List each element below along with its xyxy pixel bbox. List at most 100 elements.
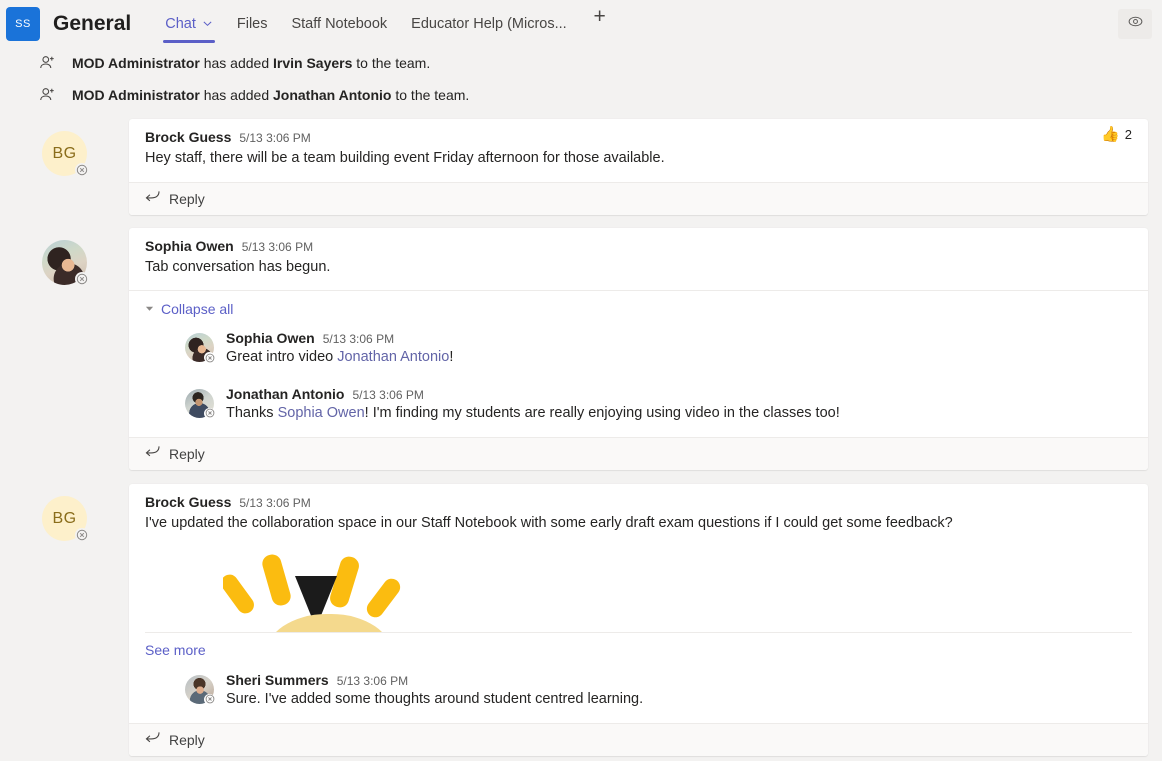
message-card[interactable]: Brock Guess 5/13 3:06 PM Hey staff, ther… — [129, 119, 1148, 215]
tab-chat[interactable]: Chat — [153, 0, 225, 47]
sticker-ray — [223, 571, 258, 617]
reply-arrow-icon — [145, 445, 160, 463]
system-suffix: to the team. — [352, 55, 431, 71]
tab-educator-help-label: Educator Help (Micros... — [411, 15, 567, 32]
reaction-count: 2 — [1124, 127, 1132, 142]
message-author: Sophia Owen — [226, 330, 315, 347]
avatar-gutter: BG — [0, 484, 129, 543]
system-message-text: MOD Administrator has added Irvin Sayers… — [72, 55, 430, 71]
reply-button[interactable]: Reply — [129, 437, 1148, 471]
system-middle: has added — [199, 55, 273, 71]
message-body: Brock Guess 5/13 3:06 PM Hey staff, ther… — [129, 119, 1148, 182]
avatar[interactable] — [185, 333, 215, 364]
system-suffix: to the team. — [391, 87, 470, 103]
message-author: Jonathan Antonio — [226, 385, 345, 402]
message-brock-2: BG Brock Guess 5/13 3:06 PM I've updated… — [0, 484, 1155, 757]
message-meta: Brock Guess 5/13 3:06 PM — [145, 494, 1132, 510]
thread-reply[interactable]: Jonathan Antonio 5/13 3:06 PM Thanks Sop… — [129, 374, 1148, 430]
reaction-thumbsup[interactable]: 👍 2 — [1101, 127, 1132, 142]
message-timestamp: 5/13 3:06 PM — [239, 131, 311, 145]
tab-files[interactable]: Files — [225, 0, 280, 47]
avatar[interactable]: BG — [42, 131, 89, 177]
text-before: Thanks — [226, 404, 278, 421]
text-before: Great intro video — [226, 349, 338, 366]
collapse-all-button[interactable]: Collapse all — [129, 291, 1148, 324]
message-text: Tab conversation has begun. — [145, 258, 331, 275]
message-body: Sophia Owen 5/13 3:06 PM Tab conversatio… — [129, 228, 1148, 291]
message-brock-1: BG Brock Guess 5/13 3:06 PM Hey staff, t… — [0, 119, 1155, 215]
system-message: MOD Administrator has added Irvin Sayers… — [0, 47, 1155, 79]
tab-educator-help[interactable]: Educator Help (Micros... — [399, 0, 579, 47]
chevron-down-icon[interactable] — [202, 18, 213, 29]
message-timestamp: 5/13 3:06 PM — [336, 673, 409, 688]
mention-link[interactable]: Sophia Owen — [278, 405, 365, 421]
message-card[interactable]: Sophia Owen 5/13 3:06 PM Tab conversatio… — [129, 227, 1148, 471]
avatar[interactable]: BG — [42, 496, 89, 543]
message-text: Thanks Sophia Owen! I'm finding my stude… — [226, 404, 840, 424]
message-timestamp: 5/13 3:06 PM — [239, 496, 311, 511]
message-timestamp: 5/13 3:06 PM — [241, 239, 314, 254]
presence-badge-offline — [75, 271, 89, 286]
text-after: ! I'm finding my students are really enj… — [364, 404, 840, 421]
reply-button[interactable]: Reply — [129, 181, 1148, 215]
tab-active-indicator — [163, 40, 215, 43]
system-target: Jonathan Antonio — [273, 87, 392, 103]
message-author: Sheri Summers — [226, 671, 329, 688]
message-timestamp: 5/13 3:06 PM — [322, 332, 395, 347]
message-meta: Jonathan Antonio 5/13 3:06 PM — [226, 386, 840, 402]
message-author: Sophia Owen — [145, 237, 234, 254]
team-avatar-initials: SS — [15, 17, 31, 30]
reply-arrow-icon — [145, 190, 160, 208]
reply-label: Reply — [169, 732, 205, 749]
conversation-list[interactable]: MOD Administrator has added Irvin Sayers… — [0, 47, 1162, 761]
reply-arrow-icon — [145, 731, 160, 749]
see-more-button[interactable]: See more — [145, 633, 206, 662]
avatar[interactable] — [42, 239, 89, 286]
presence-badge-offline — [204, 352, 215, 364]
tab-staff-notebook[interactable]: Staff Notebook — [279, 0, 399, 47]
avatar-gutter: BG — [0, 119, 129, 177]
system-message-text: MOD Administrator has added Jonathan Ant… — [72, 87, 469, 103]
message-body: Brock Guess 5/13 3:06 PM I've updated th… — [129, 484, 1148, 632]
message-card[interactable]: Brock Guess 5/13 3:06 PM I've updated th… — [129, 484, 1148, 757]
avatar-gutter — [0, 228, 129, 286]
reply-label: Reply — [169, 446, 205, 463]
message-author: Brock Guess — [145, 494, 232, 511]
system-target: Irvin Sayers — [273, 55, 353, 71]
reply-label: Reply — [169, 190, 205, 207]
system-middle: has added — [199, 87, 273, 103]
eye-icon — [1127, 13, 1144, 35]
thread-reply[interactable]: Sheri Summers 5/13 3:06 PM Sure. I've ad… — [129, 662, 1148, 716]
message-meta: Sophia Owen 5/13 3:06 PM — [145, 238, 1132, 254]
team-avatar[interactable]: SS — [6, 6, 40, 41]
reply-button[interactable]: Reply — [129, 723, 1148, 757]
clapping-sticker[interactable] — [223, 548, 408, 632]
add-tab-button[interactable]: + — [583, 0, 617, 34]
see-more-container: See more — [145, 631, 1132, 662]
collapse-all-label: Collapse all — [161, 301, 234, 318]
tab-bar: Chat Files Staff Notebook Educator Help … — [153, 0, 616, 47]
system-actor: MOD Administrator — [72, 55, 200, 71]
text-after: ! — [449, 349, 454, 366]
thumbs-up-icon: 👍 — [1101, 126, 1120, 143]
mention-link[interactable]: Jonathan Antonio — [337, 349, 449, 365]
message-timestamp: 5/13 3:06 PM — [352, 387, 424, 402]
message-text: Sure. I've added some thoughts around st… — [226, 690, 644, 707]
thread-reply-content: Sheri Summers 5/13 3:06 PM Sure. I've ad… — [226, 672, 643, 710]
thread-reply[interactable]: Sophia Owen 5/13 3:06 PM Great intro vid… — [129, 324, 1148, 374]
message-meta: Brock Guess 5/13 3:06 PM — [145, 129, 1132, 145]
eye-button[interactable] — [1118, 8, 1152, 39]
avatar[interactable] — [185, 388, 215, 419]
avatar[interactable] — [185, 674, 215, 705]
add-member-icon — [22, 86, 72, 105]
page-title: General — [53, 11, 132, 35]
presence-badge-offline — [204, 407, 215, 419]
tab-chat-label: Chat — [165, 15, 196, 32]
thread-reply-content: Jonathan Antonio 5/13 3:06 PM Thanks Sop… — [226, 386, 840, 424]
sticker-ray — [363, 575, 404, 621]
tab-files-label: Files — [236, 15, 268, 32]
tab-staff-notebook-label: Staff Notebook — [291, 15, 388, 32]
system-message: MOD Administrator has added Jonathan Ant… — [0, 79, 1155, 111]
plus-icon: + — [593, 5, 606, 28]
presence-badge-offline — [204, 693, 215, 705]
